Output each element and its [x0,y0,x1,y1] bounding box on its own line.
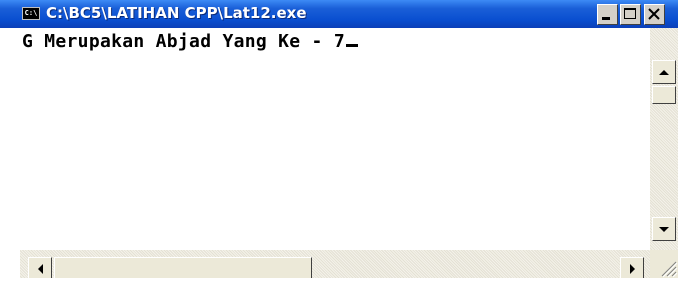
window-left-margin [0,28,20,285]
maximize-button[interactable] [620,4,641,25]
window-bottom-margin [0,278,678,285]
minimize-button[interactable] [597,4,618,25]
minimize-icon [602,17,610,20]
window-title: C:\BC5\LATIHAN CPP\Lat12.exe [46,4,307,22]
scroll-up-button[interactable] [652,60,676,84]
console-output-area[interactable]: G Merupakan Abjad Yang Ke - 7 [20,28,650,250]
arrow-up-icon [659,70,669,75]
close-icon [648,8,660,20]
vertical-scroll-thumb[interactable] [652,86,676,104]
title-bar[interactable]: C:\ C:\BC5\LATIHAN CPP\Lat12.exe [0,0,678,28]
arrow-down-icon [659,227,669,232]
console-app-icon[interactable]: C:\ [22,7,40,20]
maximize-icon [624,8,636,19]
arrow-right-icon [630,264,635,274]
text-cursor [345,44,358,47]
console-window: C:\ C:\BC5\LATIHAN CPP\Lat12.exe G Merup… [0,0,678,285]
scroll-down-button[interactable] [652,217,676,241]
console-output-line: G Merupakan Abjad Yang Ke - 7 [22,31,358,52]
arrow-left-icon [38,264,43,274]
close-button[interactable] [644,4,665,25]
